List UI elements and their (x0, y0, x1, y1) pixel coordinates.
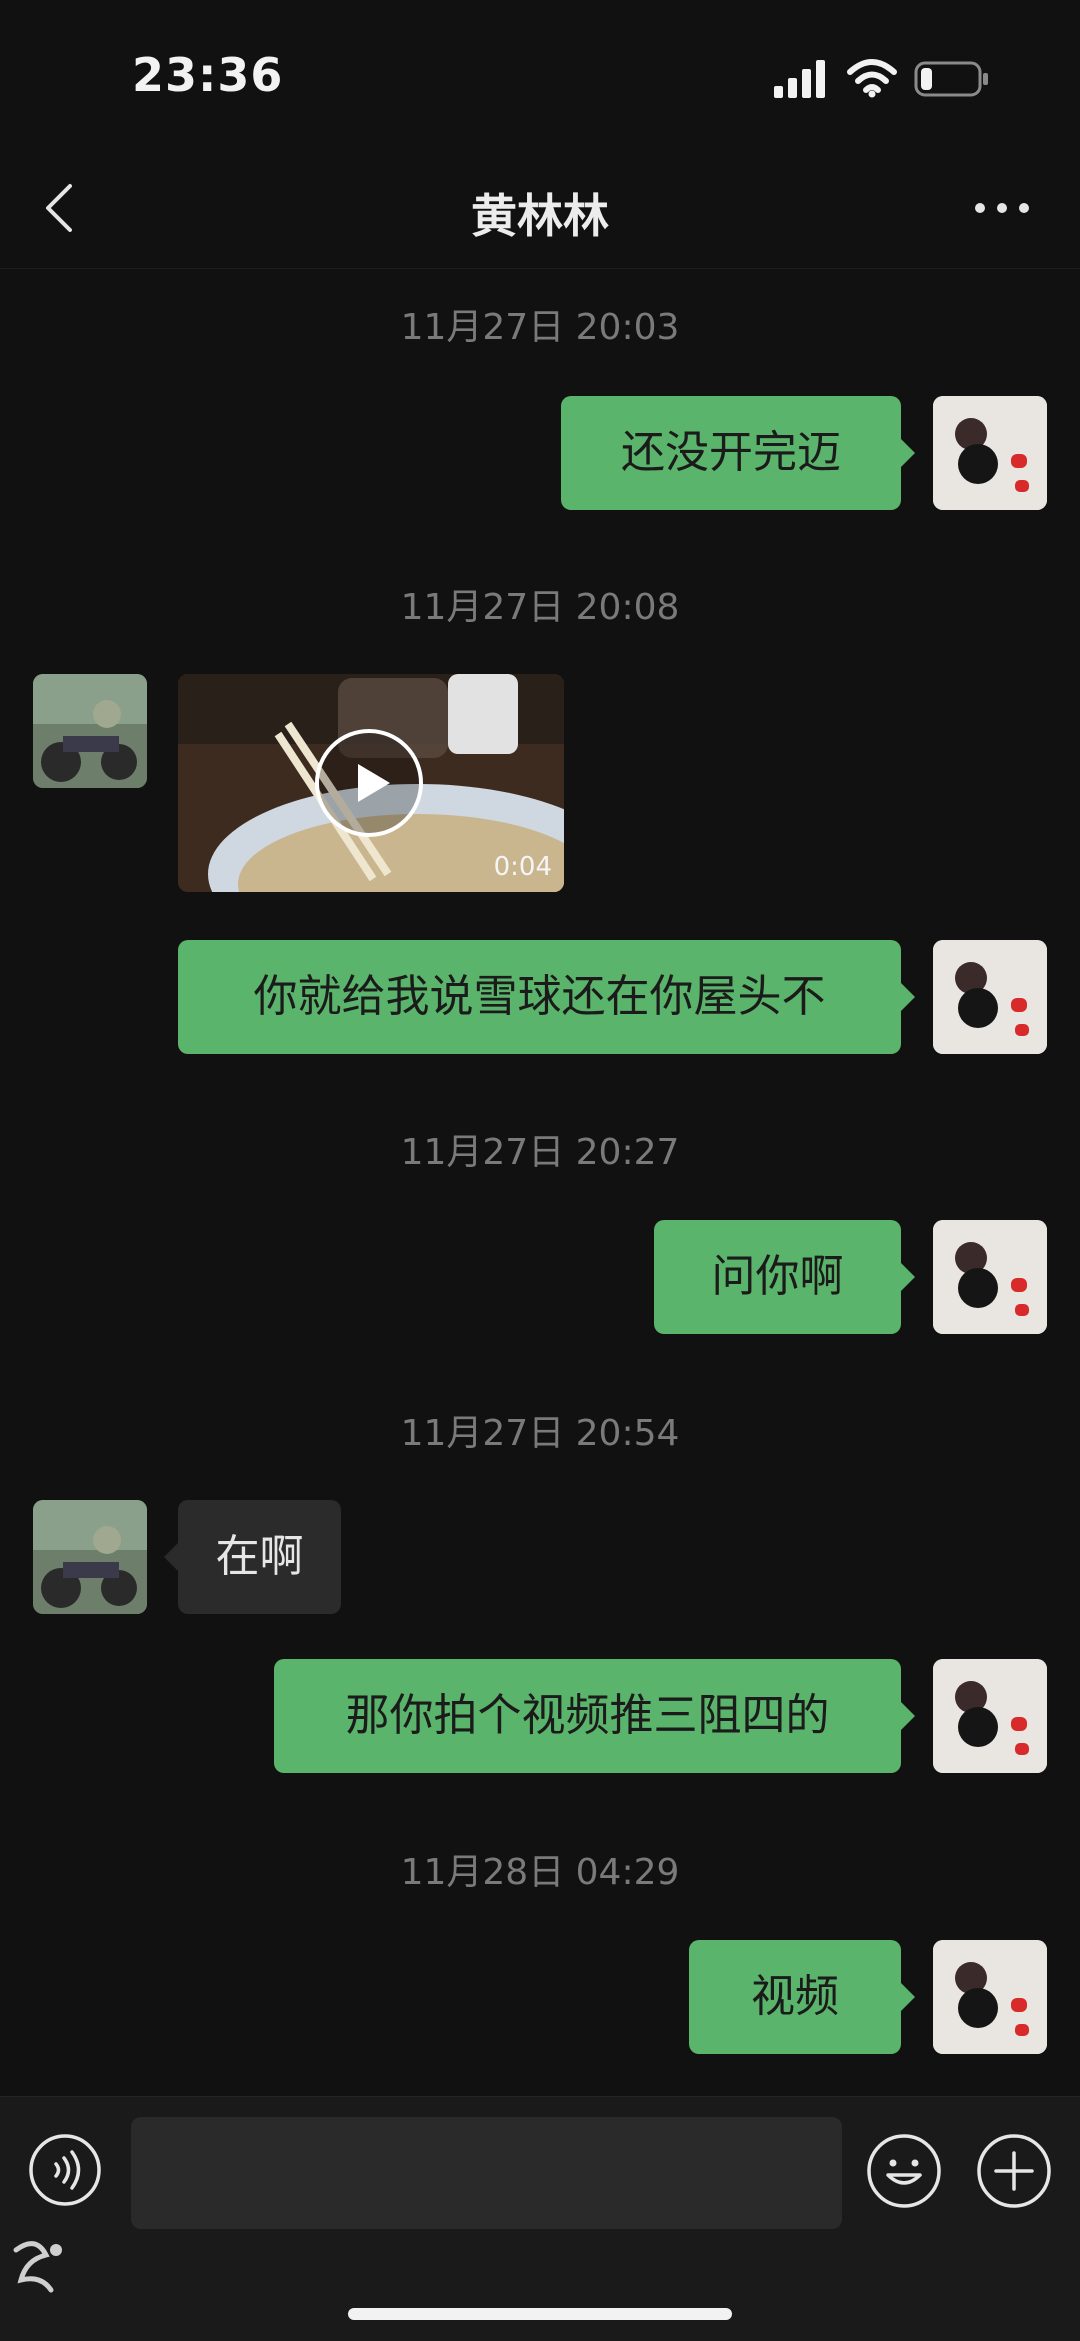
message-bubble-outgoing[interactable]: 问你啊 (654, 1220, 915, 1334)
timestamp: 11月27日 20:03 (400, 307, 680, 348)
avatar-self[interactable] (933, 1659, 1047, 1773)
avatar-self[interactable] (933, 396, 1047, 510)
status-time: 23:36 (132, 48, 284, 102)
avatar-contact[interactable] (33, 674, 147, 788)
home-indicator (348, 2308, 732, 2320)
video-duration: 0:04 (493, 852, 552, 882)
signal-icon (774, 60, 825, 98)
voice-icon[interactable] (28, 2133, 102, 2207)
nav-bar: 黄林林 (0, 150, 1080, 269)
status-bar: 23:36 (0, 0, 1080, 150)
avatar-self[interactable] (933, 1220, 1047, 1334)
timestamp: 11月27日 20:54 (400, 1413, 680, 1454)
message-bubble-outgoing[interactable]: 视频 (689, 1940, 915, 2054)
more-dots-icon[interactable] (972, 200, 1032, 216)
message-bubble-outgoing[interactable]: 还没开完迈 (561, 396, 915, 510)
message-input[interactable] (131, 2117, 842, 2229)
timestamp: 11月28日 04:29 (400, 1852, 680, 1893)
message-bubble-incoming[interactable]: 在啊 (164, 1500, 341, 1614)
message-bubble-outgoing[interactable]: 那你拍个视频推三阻四的 (274, 1659, 915, 1773)
avatar-self[interactable] (933, 940, 1047, 1054)
play-icon[interactable] (314, 728, 424, 838)
chat-screen: 23:36 黄林林 11月27日 20:03 还没开完迈 11月27日 20:0… (0, 0, 1080, 2341)
chat-title: 黄林林 (471, 189, 609, 243)
timestamp: 11月27日 20:27 (400, 1132, 680, 1173)
avatar-self[interactable] (933, 1940, 1047, 2054)
wifi-icon (847, 59, 897, 98)
input-bar (0, 2096, 1080, 2341)
battery-icon (914, 61, 988, 97)
watermark-logo (13, 2241, 62, 2293)
video-message[interactable]: 0:04 (178, 674, 564, 892)
emoji-icon[interactable] (866, 2133, 942, 2209)
timestamp: 11月27日 20:08 (400, 587, 680, 628)
message-bubble-outgoing[interactable]: 你就给我说雪球还在你屋头不 (178, 940, 915, 1054)
plus-icon[interactable] (976, 2133, 1052, 2209)
avatar-contact[interactable] (33, 1500, 147, 1614)
